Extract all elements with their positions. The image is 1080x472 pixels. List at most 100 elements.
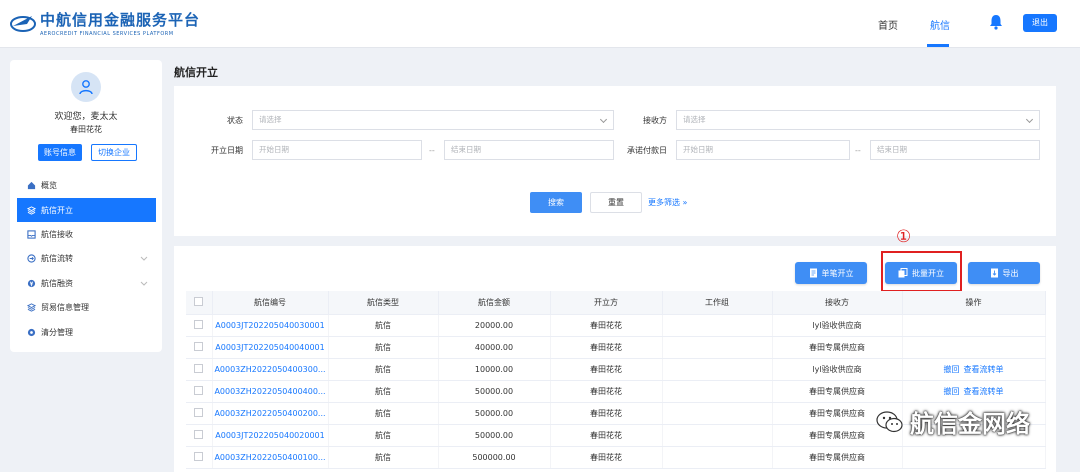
export-button[interactable]: 导出: [968, 262, 1040, 284]
credit-id-link[interactable]: A0003ZH2022050400300...: [212, 358, 329, 381]
credit-type: 航信: [328, 336, 439, 359]
table-row[interactable]: A0003ZH2022050400300... 航信 10000.00 春田花花 lyl…: [186, 358, 1046, 381]
switch-company-button[interactable]: 切换企业: [91, 144, 137, 161]
row-select-cell[interactable]: [186, 336, 213, 359]
column-header-id[interactable]: 航信编号: [212, 291, 329, 315]
row-checkbox[interactable]: [194, 451, 204, 461]
row-select-cell[interactable]: [186, 424, 213, 447]
account-info-button[interactable]: 账号信息: [38, 144, 82, 161]
nav-hangxin[interactable]: 航信: [930, 17, 950, 32]
issuer-name: 春田花花: [550, 446, 663, 469]
annotation-marker: ①: [896, 227, 912, 247]
sidebar-item-settle[interactable]: 清分管理: [17, 320, 156, 344]
select-all-cell[interactable]: [186, 291, 213, 315]
more-filters-link[interactable]: 更多筛选 »: [648, 197, 687, 208]
credit-amount: 50000.00: [438, 380, 551, 403]
wechat-icon: [876, 410, 903, 432]
issuer-name: 春田花花: [550, 314, 663, 337]
work-group: [662, 336, 773, 359]
avatar[interactable]: [71, 72, 101, 102]
copy-icon: [898, 268, 908, 278]
row-select-cell[interactable]: [186, 402, 213, 425]
row-select-cell[interactable]: [186, 314, 213, 337]
credit-id-link[interactable]: A0003ZH2022050400100...: [212, 446, 329, 469]
issuer-name: 春田花花: [550, 358, 663, 381]
filter-panel: [174, 86, 1056, 236]
double-chevron-down-icon: »: [682, 198, 688, 207]
single-open-button[interactable]: 单笔开立: [795, 262, 867, 284]
bell-icon[interactable]: [987, 13, 1005, 31]
column-header-receiver[interactable]: 接收方: [772, 291, 903, 315]
column-header-actions[interactable]: 操作: [902, 291, 1046, 315]
work-group: [662, 446, 773, 469]
batch-open-button[interactable]: 批量开立: [885, 262, 957, 284]
logout-button[interactable]: 退出: [1023, 14, 1057, 32]
row-checkbox[interactable]: [194, 319, 204, 329]
nav-active-indicator: [927, 44, 949, 47]
sidebar-item-open[interactable]: 航信开立: [17, 198, 156, 222]
status-select[interactable]: 请选择: [252, 110, 614, 130]
credit-type: 航信: [328, 380, 439, 403]
column-header-issuer[interactable]: 开立方: [550, 291, 663, 315]
row-select-cell[interactable]: [186, 446, 213, 469]
row-select-cell[interactable]: [186, 358, 213, 381]
column-header-amount[interactable]: 航信金额: [438, 291, 551, 315]
view-transfer-link[interactable]: 查看流转单: [964, 365, 1004, 374]
receiver-name: 春田专属供应商: [772, 380, 903, 403]
sidebar-item-finance[interactable]: 航信融资: [17, 271, 156, 295]
sidebar-item-transfer[interactable]: 航信流转: [17, 246, 156, 270]
table-row[interactable]: A0003ZH2022050400100... 航信 500000.00 春田花花 春田…: [186, 446, 1046, 469]
credit-type: 航信: [328, 314, 439, 337]
row-checkbox[interactable]: [194, 407, 204, 417]
home-icon: [27, 181, 36, 189]
credit-id-link[interactable]: A0003JT202205040020001: [212, 424, 329, 447]
settle-icon: [27, 328, 36, 336]
row-checkbox[interactable]: [194, 363, 204, 373]
row-select-cell[interactable]: [186, 380, 213, 403]
sidebar-item-trade[interactable]: 贸易信息管理: [17, 295, 156, 319]
pay-date-end-input[interactable]: 结束日期: [870, 140, 1040, 160]
sidebar-item-receive[interactable]: 航信接收: [17, 222, 156, 246]
receiver-name: 春田专属供应商: [772, 336, 903, 359]
nav-home[interactable]: 首页: [878, 17, 898, 32]
credit-id-link[interactable]: A0003JT202205040030001: [212, 314, 329, 337]
welcome-text: 欢迎您，麦太太: [54, 112, 118, 122]
table-row[interactable]: A0003ZH2022050400400... 航信 50000.00 春田花花 春田专…: [186, 380, 1046, 403]
withdraw-link[interactable]: 撤回: [944, 365, 960, 374]
reset-button[interactable]: 重置: [590, 192, 642, 213]
column-header-group[interactable]: 工作组: [662, 291, 773, 315]
logo[interactable]: 中航信用金融服务平台 AEROCREDIT FINANCIAL SERVICES…: [10, 9, 200, 37]
range-separator: --: [855, 146, 861, 155]
credit-id-link[interactable]: A0003ZH2022050400400...: [212, 380, 329, 403]
actions-cell: 撤回 查看流转单: [902, 358, 1046, 381]
credit-id-link[interactable]: A0003JT202205040040001: [212, 336, 329, 359]
range-separator: --: [429, 146, 435, 155]
table-row[interactable]: A0003JT202205040040001 航信 40000.00 春田花花 春田专属…: [186, 336, 1046, 359]
row-checkbox[interactable]: [194, 385, 204, 395]
credit-type: 航信: [328, 358, 439, 381]
open-date-start-input[interactable]: 开始日期: [252, 140, 422, 160]
sidebar-item-overview[interactable]: 概览: [17, 173, 156, 197]
select-all-checkbox[interactable]: [194, 296, 204, 306]
withdraw-link[interactable]: 撤回: [944, 387, 960, 396]
work-group: [662, 380, 773, 403]
column-header-type[interactable]: 航信类型: [328, 291, 439, 315]
receiver-select[interactable]: 请选择: [676, 110, 1040, 130]
row-checkbox[interactable]: [194, 429, 204, 439]
finance-icon: [27, 279, 36, 287]
open-date-end-input[interactable]: 结束日期: [444, 140, 614, 160]
receiver-name: lyl验收供应商: [772, 314, 903, 337]
work-group: [662, 424, 773, 447]
top-bar: 中航信用金融服务平台 AEROCREDIT FINANCIAL SERVICES…: [0, 0, 1080, 48]
row-checkbox[interactable]: [194, 341, 204, 351]
transfer-icon: [27, 253, 36, 263]
credit-type: 航信: [328, 402, 439, 425]
search-button[interactable]: 搜索: [530, 192, 582, 213]
credit-id-link[interactable]: A0003ZH2022050400200...: [212, 402, 329, 425]
view-transfer-link[interactable]: 查看流转单: [964, 387, 1004, 396]
table-row[interactable]: A0003JT202205040030001 航信 20000.00 春田花花 lyl验…: [186, 314, 1046, 337]
pay-date-start-input[interactable]: 开始日期: [676, 140, 850, 160]
credit-amount: 500000.00: [438, 446, 551, 469]
export-icon: [990, 268, 998, 278]
logo-subtitle: AEROCREDIT FINANCIAL SERVICES PLATFORM: [40, 31, 174, 37]
